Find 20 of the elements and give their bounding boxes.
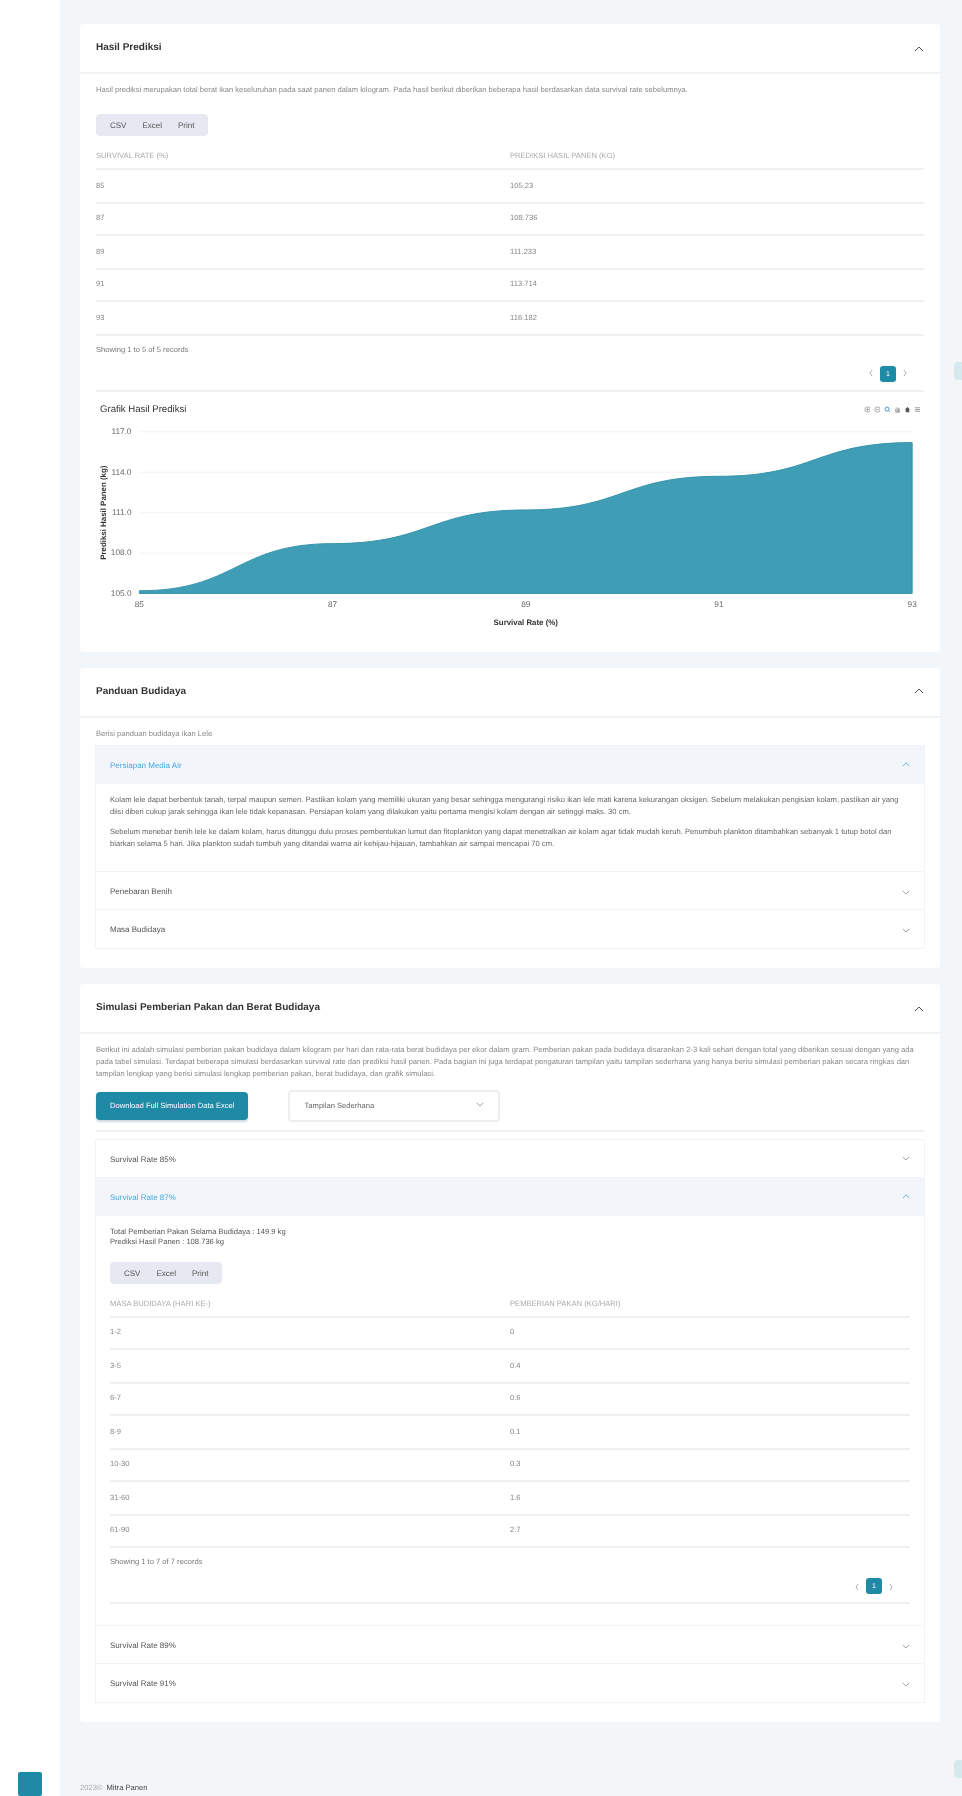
logo-icon (18, 1772, 42, 1796)
chevron-icon (902, 927, 910, 933)
chevron-icon (902, 889, 910, 895)
chevron-icon[interactable] (914, 1005, 924, 1012)
previous-icon[interactable] (868, 368, 874, 378)
chevron-icon (902, 1193, 910, 1199)
search-icon[interactable] (883, 406, 890, 414)
chevron-icon[interactable] (914, 45, 924, 51)
previous-icon[interactable] (854, 1581, 860, 1592)
chevron-icon (902, 1155, 910, 1161)
next-icon[interactable] (888, 1581, 894, 1592)
chevron-icon (902, 1681, 910, 1687)
home-icon[interactable] (903, 406, 910, 414)
zoom-out-icon[interactable] (873, 406, 880, 414)
next-icon[interactable] (902, 368, 908, 378)
chevron-icon (902, 762, 910, 768)
chevron-icon[interactable] (914, 688, 924, 695)
chevron-icon (476, 1102, 485, 1108)
chevron-icon (902, 1643, 910, 1649)
zoom-in-icon[interactable] (863, 406, 870, 414)
